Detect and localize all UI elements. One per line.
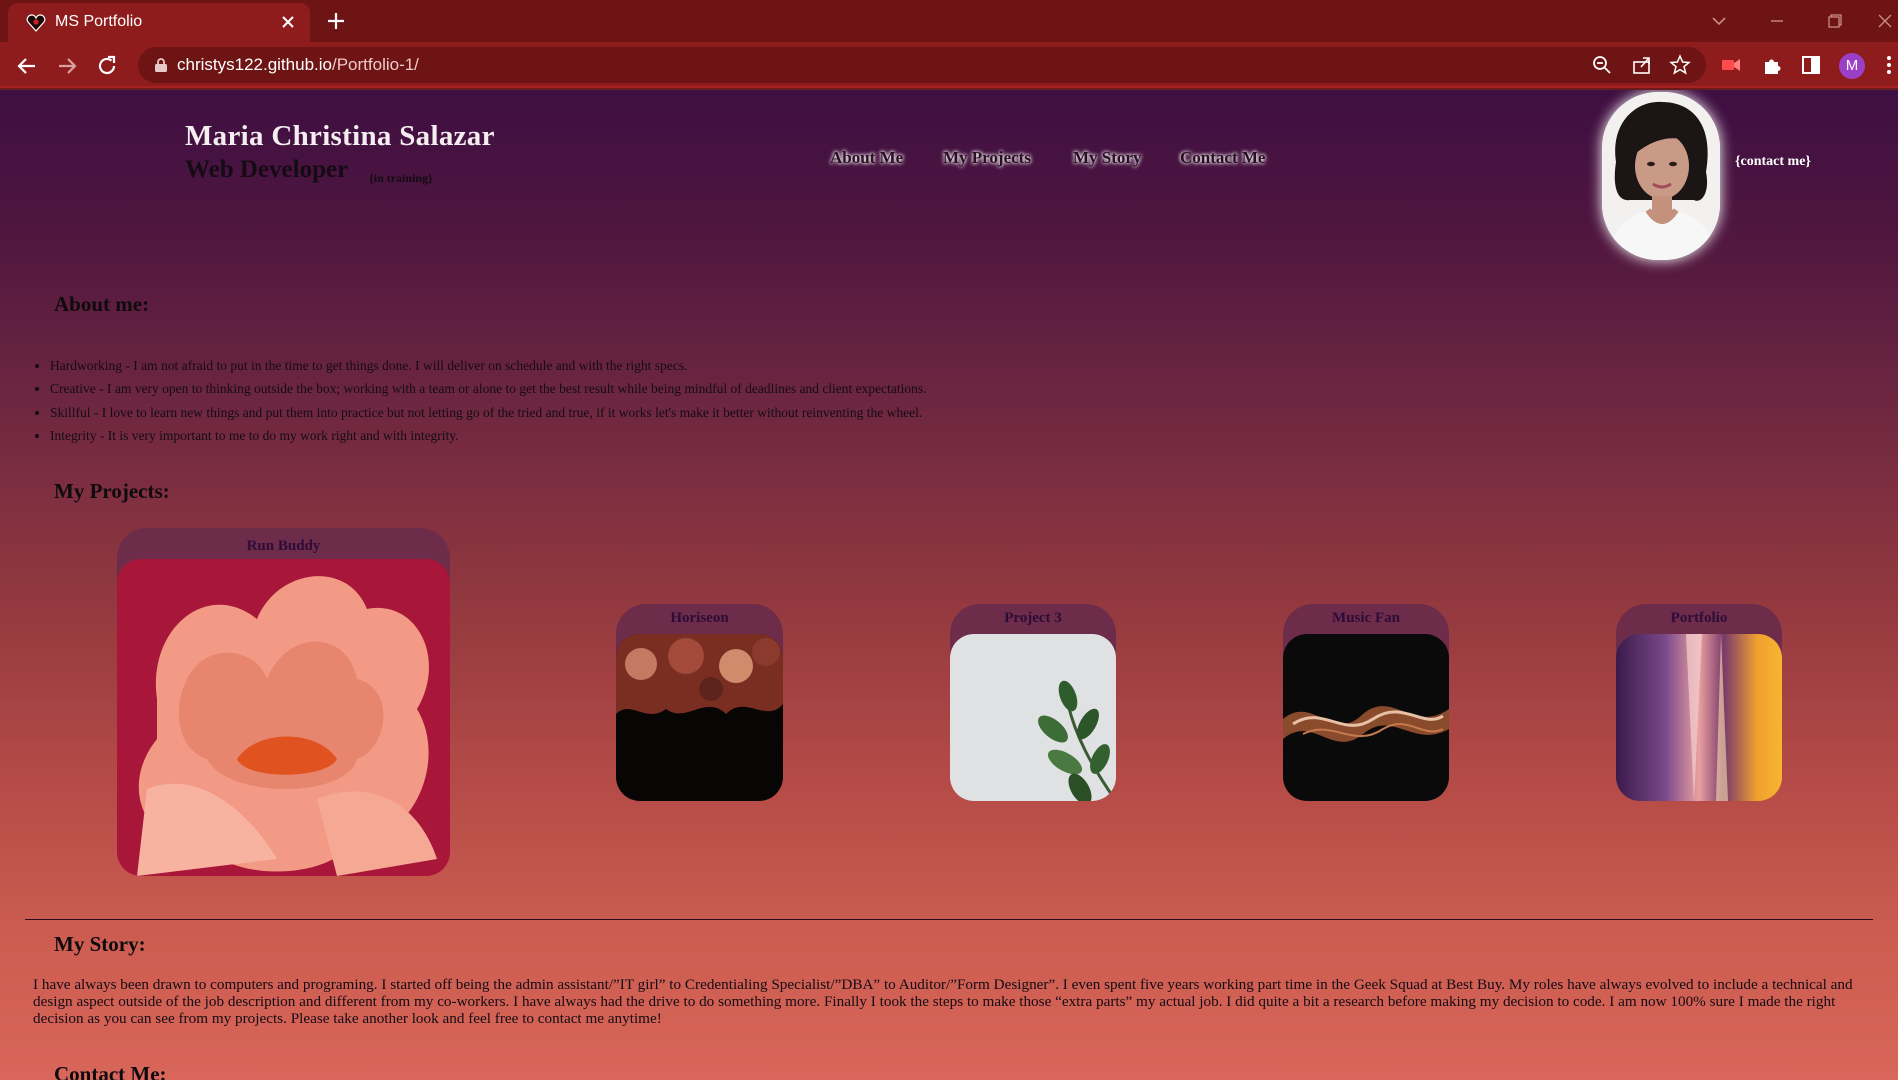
project-card-project-3[interactable]: Project 3: [950, 604, 1116, 801]
list-item: Hardworking - I am not afraid to put in …: [50, 354, 927, 377]
profile-photo: [1602, 92, 1720, 260]
project-title: Horiseon: [670, 610, 729, 626]
extensions-puzzle-icon[interactable]: [1760, 53, 1784, 77]
bookmark-star-icon[interactable]: [1669, 54, 1691, 76]
reload-icon[interactable]: [94, 53, 120, 79]
new-tab-icon[interactable]: [325, 10, 347, 32]
list-item: Skillful - I love to learn new things an…: [50, 401, 927, 424]
more-menu-icon[interactable]: [1882, 53, 1896, 77]
address-bar[interactable]: christys122.github.io/Portfolio-1/: [138, 47, 1706, 83]
zoom-out-icon[interactable]: [1591, 54, 1613, 76]
browser-tab-bar: MS Portfolio: [0, 0, 1898, 42]
profile-avatar[interactable]: M: [1839, 53, 1865, 79]
project-card-run-buddy[interactable]: Run Buddy: [117, 528, 450, 876]
close-window-icon[interactable]: [1872, 8, 1898, 34]
project-title: Project 3: [1004, 610, 1062, 626]
header-contact-link[interactable]: {contact me}: [1735, 154, 1811, 170]
url-text[interactable]: christys122.github.io/Portfolio-1/: [177, 55, 419, 75]
tab-search-chevron-icon[interactable]: [1706, 8, 1732, 34]
projects-heading: My Projects:: [54, 479, 170, 503]
browser-toolbar: christys122.github.io/Portfolio-1/ M: [0, 42, 1898, 88]
portfolio-page: Maria Christina Salazar Web Developer {i…: [0, 90, 1898, 1080]
contact-heading: Contact Me:: [54, 1062, 167, 1080]
project-thumbnail: [950, 634, 1116, 801]
project-title: Run Buddy: [246, 538, 321, 554]
nav-contact-me[interactable]: Contact Me: [1180, 148, 1265, 168]
back-arrow-icon[interactable]: [14, 53, 40, 79]
project-thumbnail: [117, 559, 450, 876]
project-thumbnail: [1616, 634, 1782, 801]
nav-about-me[interactable]: About Me: [830, 148, 903, 168]
forward-arrow-icon[interactable]: [54, 53, 80, 79]
nav-my-projects[interactable]: My Projects: [943, 148, 1031, 168]
about-list: Hardworking - I am not afraid to put in …: [50, 354, 927, 447]
nav-my-story[interactable]: My Story: [1073, 148, 1141, 168]
about-heading: About me:: [54, 292, 150, 316]
site-role-note: {in training}: [369, 171, 433, 185]
section-divider: [25, 919, 1873, 920]
site-role: Web Developer: [185, 156, 349, 183]
minimize-icon[interactable]: [1764, 8, 1790, 34]
list-item: Creative - I am very open to thinking ou…: [50, 377, 927, 400]
heart-favicon-icon: [26, 14, 46, 32]
project-thumbnail: [1283, 634, 1449, 801]
close-tab-icon[interactable]: [278, 12, 298, 32]
project-card-horiseon[interactable]: Horiseon: [616, 604, 783, 801]
screen-recorder-extension-icon[interactable]: [1719, 53, 1743, 77]
story-paragraph: I have always been drawn to computers an…: [33, 976, 1853, 1027]
story-heading: My Story:: [54, 932, 146, 956]
restore-icon[interactable]: [1822, 8, 1848, 34]
site-owner-name: Maria Christina Salazar: [185, 120, 495, 152]
lock-icon[interactable]: [154, 57, 168, 73]
project-title: Portfolio: [1670, 610, 1728, 626]
project-thumbnail: [616, 634, 783, 801]
project-card-portfolio[interactable]: Portfolio: [1616, 604, 1782, 801]
project-title: Music Fan: [1332, 610, 1400, 626]
list-item: Integrity - It is very important to me t…: [50, 424, 927, 447]
browser-tab[interactable]: MS Portfolio: [8, 3, 310, 42]
share-icon[interactable]: [1631, 54, 1653, 76]
project-card-music-fan[interactable]: Music Fan: [1283, 604, 1449, 801]
side-panel-icon[interactable]: [1799, 53, 1823, 77]
tab-title: MS Portfolio: [55, 13, 143, 30]
